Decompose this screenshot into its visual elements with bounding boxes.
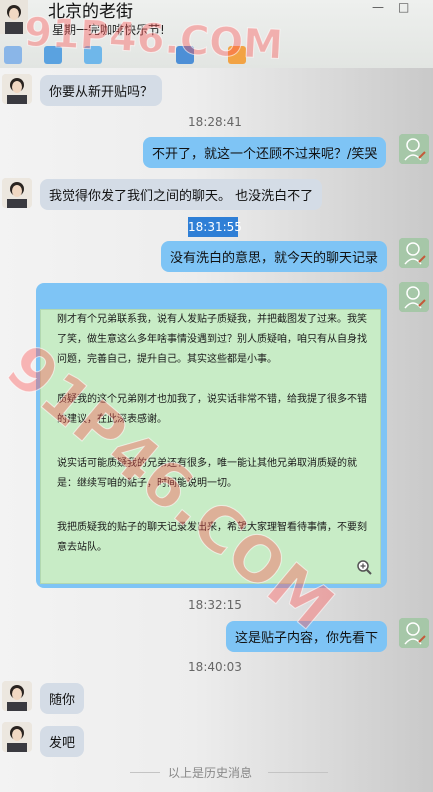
timestamp: 18:28:41	[188, 115, 242, 129]
contact-avatar[interactable]	[2, 74, 32, 104]
image-paragraph: 质疑我的这个兄弟刚才也加我了，说实话非常不错，给我提了很多不错的建议，在此深表感…	[57, 394, 367, 425]
app-icon[interactable]	[228, 46, 246, 64]
zoom-icon[interactable]	[356, 559, 372, 575]
message-bubble[interactable]: 没有洗白的意思，就今天的聊天记录	[161, 241, 388, 272]
contact-signature: 星期一完咖啡快乐节!	[52, 23, 165, 37]
contact-avatar[interactable]	[2, 681, 32, 711]
chat-header: 北京的老街 星期一完咖啡快乐节! — □	[0, 0, 433, 68]
message-bubble[interactable]: 你要从新开贴吗？	[40, 75, 163, 106]
screen-share-icon[interactable]	[84, 46, 102, 64]
history-label: 以上是历史消息	[168, 766, 253, 780]
contact-avatar[interactable]	[0, 0, 28, 34]
image-paragraph: 我把质疑我的贴子的聊天记录发出来，希望大家理智看待事情，不要刻意去站队。	[57, 522, 367, 553]
message-bubble[interactable]: 发吧	[40, 726, 85, 757]
message-bubble[interactable]: 我觉得你发了我们之间的聊天。 也没洗白不了	[40, 179, 323, 210]
self-avatar[interactable]	[399, 238, 429, 268]
video-icon[interactable]	[44, 46, 62, 64]
contact-name: 北京的老街	[48, 2, 133, 22]
message-bubble[interactable]: 这是贴子内容，你先看下	[226, 621, 388, 652]
image-message[interactable]: 刚才有个兄弟联系我，说有人发贴子质疑我，并把截图发了过来。我笑了笑，做生意这么多…	[36, 283, 387, 588]
self-avatar[interactable]	[399, 618, 429, 648]
minimize-icon[interactable]: —	[372, 0, 384, 14]
screenshot-image[interactable]: 刚才有个兄弟联系我，说有人发贴子质疑我，并把截图发了过来。我笑了笑，做生意这么多…	[40, 309, 381, 584]
timestamp-selected: 18:31:55	[188, 217, 242, 237]
message-bubble[interactable]: 不开了，就这一个还顾不过来呢？/笑哭	[143, 137, 387, 168]
self-avatar[interactable]	[399, 134, 429, 164]
self-avatar[interactable]	[399, 282, 429, 312]
timestamp: 18:32:15	[188, 598, 242, 612]
chat-toolbar	[0, 42, 433, 68]
contact-avatar[interactable]	[2, 722, 32, 752]
divider	[268, 772, 328, 773]
contact-avatar[interactable]	[2, 178, 32, 208]
timestamp: 18:40:03	[188, 660, 242, 674]
message-bubble[interactable]: 随你	[40, 683, 85, 714]
image-paragraph: 说实话可能质疑我的兄弟还有很多，唯一能让其他兄弟取消质疑的就是：继续写咱的贴子，…	[57, 458, 357, 489]
divider	[130, 772, 160, 773]
maximize-icon[interactable]: □	[398, 0, 409, 14]
image-paragraph: 刚才有个兄弟联系我，说有人发贴子质疑我，并把截图发了过来。我笑了笑，做生意这么多…	[57, 314, 367, 365]
mic-icon[interactable]	[4, 46, 22, 64]
file-icon[interactable]	[176, 46, 194, 64]
